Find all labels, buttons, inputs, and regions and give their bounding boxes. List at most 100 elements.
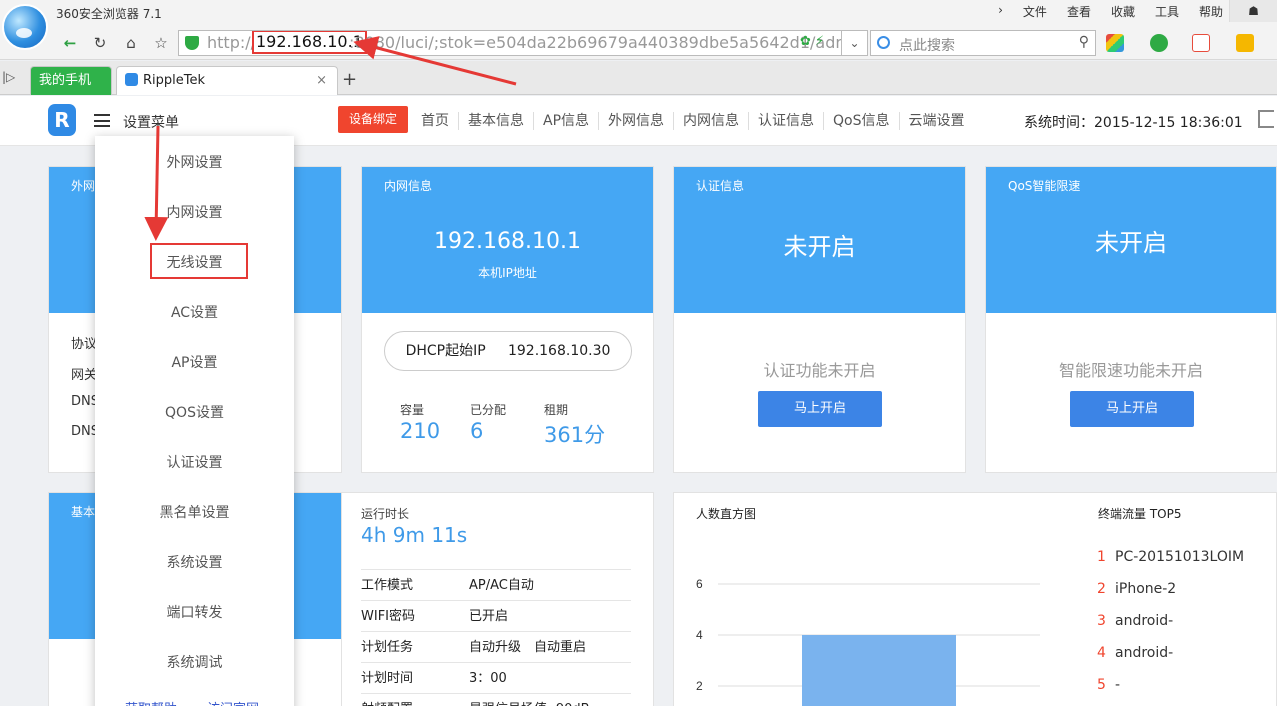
runtime-row: 工作模式 AP/AC自动 [361, 570, 631, 601]
auth-enable-button[interactable]: 马上开启 [758, 391, 882, 427]
row-value: 3：00 [469, 671, 507, 686]
rank: 2 [1097, 581, 1106, 597]
dd-system-settings[interactable]: 系统设置 [95, 552, 294, 572]
dd-official-site-link[interactable]: 访问官网 [207, 698, 259, 706]
auth-card-title: 认证信息 [696, 179, 745, 193]
row-value: AP/AC自动 [469, 578, 534, 593]
settings-dropdown: 外网设置 内网设置 无线设置 AC设置 AP设置 QOS设置 认证设置 黑名单设… [95, 136, 294, 706]
dd-system-debug[interactable]: 系统调试 [95, 652, 294, 672]
menu-tools[interactable]: 工具 [1155, 3, 1179, 20]
menu-view[interactable]: 查看 [1067, 3, 1091, 20]
stats-card: 人数直方图 246 终端流量 TOP5 [673, 492, 1277, 706]
qos-card-title: QoS智能限速 [1008, 179, 1081, 193]
nav-cloud-settings[interactable]: 云端设置 [898, 112, 974, 130]
tab-my-phone[interactable]: 我的手机 [30, 66, 112, 95]
browser-titlebar: 360安全浏览器 7.1 › 文件 查看 收藏 工具 帮助 ☗ [0, 0, 1277, 26]
top-nav: 首页 基本信息 AP信息 外网信息 内网信息 认证信息 QoS信息 云端设置 [412, 112, 974, 130]
menu-favorites[interactable]: 收藏 [1111, 3, 1135, 20]
runtime-table: 工作模式 AP/AC自动 WIFI密码 已开启 计划任务 自动升级 自动重启 计划时间… [361, 569, 631, 706]
rank: 3 [1097, 613, 1106, 629]
qos-status: 未开启 [1095, 229, 1167, 257]
dd-get-help-link[interactable]: 获取帮助 [125, 698, 177, 706]
qos-desc: 智能限速功能未开启 [1058, 361, 1203, 380]
star-icon[interactable]: ☆ [149, 31, 173, 55]
url-protocol: http:// [207, 33, 257, 52]
row-value: 自动升级 自动重启 [469, 640, 587, 655]
address-dropdown-chevron-icon[interactable]: ⌄ [842, 30, 868, 56]
tab-close-icon[interactable]: × [316, 67, 327, 95]
dd-ap-settings[interactable]: AP设置 [95, 352, 294, 372]
nav-ap-info[interactable]: AP信息 [533, 112, 598, 130]
settings-menu-toggle[interactable]: 设置菜单 [123, 112, 179, 132]
tab-rippletek[interactable]: RippleTek × [116, 66, 338, 95]
search-engine-icon [877, 36, 890, 49]
row-key: WIFI密码 [361, 609, 415, 624]
device-name: - [1115, 677, 1121, 693]
window-skin-button[interactable]: ☗ [1229, 0, 1277, 22]
device-bind-button[interactable]: 设备绑定 [338, 106, 408, 133]
runtime-row: 射频配置 最强信号场值 -90dB [361, 694, 631, 706]
tab-strip: |▷ 我的手机 RippleTek × + [0, 61, 1277, 95]
sidebar-toggle-icon[interactable]: |▷ [2, 70, 15, 84]
new-tab-button[interactable]: + [342, 69, 357, 90]
row-value: 最强信号场值 -90dB [469, 694, 590, 706]
dd-wan-settings[interactable]: 外网设置 [95, 152, 294, 172]
qos-card-header: QoS智能限速 未开启 [986, 167, 1276, 313]
top5-item: 4 android- [1097, 645, 1173, 661]
dd-blacklist-settings[interactable]: 黑名单设置 [95, 502, 294, 522]
histogram-ytick-label: 2 [696, 679, 703, 693]
menu-chevron-icon[interactable]: › [998, 3, 1003, 20]
security-guard-icon[interactable] [1150, 34, 1168, 52]
system-time: 系统时间：2015-12-15 18:36:01 [1024, 115, 1243, 131]
dd-qos-settings[interactable]: QOS设置 [95, 402, 294, 422]
runtime-row: 计划任务 自动升级 自动重启 [361, 632, 631, 663]
nav-home[interactable]: 首页 [412, 112, 458, 130]
home-icon[interactable]: ⌂ [119, 31, 143, 55]
browser-menu: › 文件 查看 收藏 工具 帮助 [998, 3, 1223, 20]
lease-value: 361分 [544, 423, 606, 447]
menu-file[interactable]: 文件 [1023, 3, 1047, 20]
row-key: 计划时间 [361, 671, 414, 686]
browser-title: 360安全浏览器 7.1 [56, 7, 162, 21]
row-key: 工作模式 [361, 578, 414, 593]
hamburger-menu-icon[interactable] [94, 114, 110, 127]
back-arrow-icon[interactable]: ← [58, 31, 82, 55]
lan-card-header: 内网信息 192.168.10.1 本机IP地址 [362, 167, 653, 313]
url-path: :8080/luci/;stok=e504da22b69679a440389db… [349, 33, 842, 52]
extension-icon[interactable] [1236, 34, 1254, 52]
refresh-icon[interactable]: ↻ [88, 31, 112, 55]
nav-auth-info[interactable]: 认证信息 [748, 112, 823, 130]
uptime-label: 运行时长 [361, 507, 410, 521]
browser-logo-icon [2, 4, 48, 50]
dd-lan-settings[interactable]: 内网设置 [95, 202, 294, 222]
logout-icon[interactable] [1258, 110, 1274, 128]
top5-item: 1 PC-20151013LOIM [1097, 549, 1244, 565]
lan-ip: 192.168.10.1 [434, 229, 581, 254]
address-bar[interactable]: http:// 192.168.10.1 :8080/luci/;stok=e5… [178, 30, 842, 56]
secure-shield-icon [185, 36, 199, 50]
lan-card-body: DHCP起始IP 192.168.10.30 容量 210 已分配 6 租期 3… [362, 313, 653, 472]
wan-card-title: 外网 [71, 179, 96, 193]
nav-wan-info[interactable]: 外网信息 [598, 112, 673, 130]
dd-ac-settings[interactable]: AC设置 [95, 302, 294, 322]
dd-port-forward[interactable]: 端口转发 [95, 602, 294, 622]
histogram-ytick-label: 4 [696, 628, 703, 642]
search-magnifier-icon[interactable]: ⚲ [1079, 34, 1089, 50]
lan-ip-label: 本机IP地址 [478, 266, 537, 280]
apps-grid-icon[interactable] [1106, 34, 1124, 52]
qos-enable-button[interactable]: 马上开启 [1070, 391, 1194, 427]
nav-basic-info[interactable]: 基本信息 [458, 112, 533, 130]
rippletek-favicon-icon [125, 73, 138, 86]
row-value: 已开启 [469, 609, 509, 624]
menu-help[interactable]: 帮助 [1199, 3, 1223, 20]
search-placeholder: 点此搜索 [899, 38, 955, 54]
dhcp-start-pill: DHCP起始IP 192.168.10.30 [384, 331, 632, 371]
nav-lan-info[interactable]: 内网信息 [673, 112, 748, 130]
device-name: PC-20151013LOIM [1115, 549, 1245, 565]
adblock-icon[interactable] [1192, 34, 1210, 52]
dd-auth-settings[interactable]: 认证设置 [95, 452, 294, 472]
search-box[interactable]: 点此搜索 ⚲ [870, 30, 1096, 56]
rank: 1 [1097, 549, 1106, 565]
top5-item: 3 android- [1097, 613, 1173, 629]
nav-qos-info[interactable]: QoS信息 [823, 112, 898, 130]
